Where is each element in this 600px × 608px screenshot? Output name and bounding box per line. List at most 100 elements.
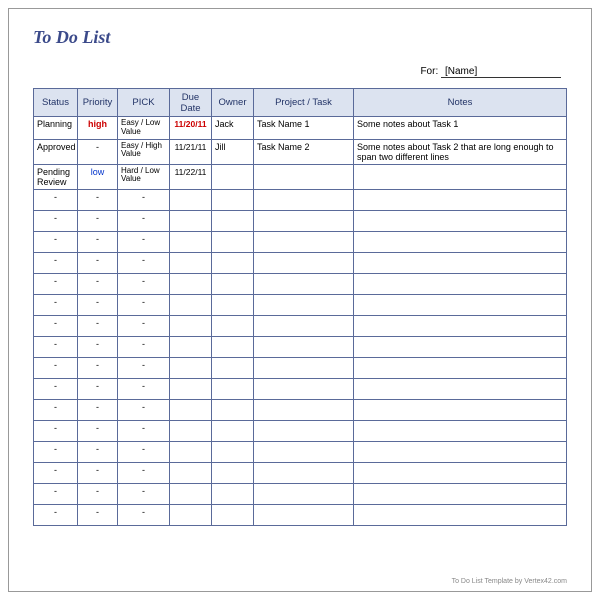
cell-pick[interactable]: - bbox=[118, 357, 170, 378]
cell-notes[interactable] bbox=[354, 399, 567, 420]
cell-due[interactable] bbox=[170, 189, 212, 210]
cell-status[interactable]: - bbox=[34, 252, 78, 273]
cell-owner[interactable] bbox=[212, 504, 254, 525]
cell-due[interactable] bbox=[170, 210, 212, 231]
cell-pick[interactable]: - bbox=[118, 294, 170, 315]
cell-due[interactable] bbox=[170, 231, 212, 252]
cell-owner[interactable]: Jack bbox=[212, 117, 254, 140]
cell-status[interactable]: - bbox=[34, 462, 78, 483]
cell-owner[interactable] bbox=[212, 441, 254, 462]
cell-task[interactable] bbox=[254, 399, 354, 420]
cell-status[interactable]: - bbox=[34, 315, 78, 336]
cell-pick[interactable]: - bbox=[118, 483, 170, 504]
cell-owner[interactable] bbox=[212, 231, 254, 252]
cell-task[interactable] bbox=[254, 315, 354, 336]
cell-task[interactable] bbox=[254, 378, 354, 399]
cell-due[interactable] bbox=[170, 462, 212, 483]
cell-notes[interactable] bbox=[354, 294, 567, 315]
cell-priority[interactable]: - bbox=[78, 462, 118, 483]
cell-priority[interactable]: - bbox=[78, 189, 118, 210]
cell-status[interactable]: - bbox=[34, 504, 78, 525]
cell-pick[interactable]: - bbox=[118, 420, 170, 441]
cell-notes[interactable] bbox=[354, 420, 567, 441]
cell-pick[interactable]: - bbox=[118, 315, 170, 336]
cell-status[interactable]: - bbox=[34, 336, 78, 357]
cell-task[interactable] bbox=[254, 294, 354, 315]
cell-owner[interactable] bbox=[212, 462, 254, 483]
cell-due[interactable] bbox=[170, 378, 212, 399]
cell-owner[interactable] bbox=[212, 399, 254, 420]
cell-task[interactable] bbox=[254, 336, 354, 357]
cell-due[interactable] bbox=[170, 420, 212, 441]
cell-notes[interactable] bbox=[354, 357, 567, 378]
cell-notes[interactable] bbox=[354, 441, 567, 462]
cell-notes[interactable] bbox=[354, 273, 567, 294]
cell-priority[interactable]: - bbox=[78, 357, 118, 378]
cell-owner[interactable] bbox=[212, 273, 254, 294]
cell-priority[interactable]: - bbox=[78, 231, 118, 252]
cell-pick[interactable]: - bbox=[118, 399, 170, 420]
cell-task[interactable] bbox=[254, 210, 354, 231]
cell-owner[interactable] bbox=[212, 164, 254, 189]
cell-task[interactable] bbox=[254, 441, 354, 462]
cell-priority[interactable]: - bbox=[78, 139, 118, 164]
cell-priority[interactable]: - bbox=[78, 399, 118, 420]
cell-priority[interactable]: - bbox=[78, 504, 118, 525]
cell-priority[interactable]: - bbox=[78, 420, 118, 441]
cell-owner[interactable] bbox=[212, 378, 254, 399]
cell-pick[interactable]: - bbox=[118, 210, 170, 231]
cell-priority[interactable]: - bbox=[78, 378, 118, 399]
cell-task[interactable]: Task Name 1 bbox=[254, 117, 354, 140]
cell-task[interactable] bbox=[254, 273, 354, 294]
cell-priority[interactable]: - bbox=[78, 336, 118, 357]
cell-due[interactable] bbox=[170, 504, 212, 525]
cell-priority[interactable]: - bbox=[78, 315, 118, 336]
cell-priority[interactable]: - bbox=[78, 210, 118, 231]
cell-due[interactable] bbox=[170, 483, 212, 504]
cell-notes[interactable] bbox=[354, 336, 567, 357]
cell-task[interactable] bbox=[254, 357, 354, 378]
cell-task[interactable] bbox=[254, 189, 354, 210]
cell-pick[interactable]: - bbox=[118, 231, 170, 252]
cell-task[interactable] bbox=[254, 504, 354, 525]
cell-status[interactable]: - bbox=[34, 273, 78, 294]
cell-due[interactable] bbox=[170, 252, 212, 273]
cell-notes[interactable] bbox=[354, 315, 567, 336]
cell-owner[interactable] bbox=[212, 294, 254, 315]
cell-status[interactable]: - bbox=[34, 378, 78, 399]
cell-task[interactable] bbox=[254, 420, 354, 441]
cell-status[interactable]: - bbox=[34, 189, 78, 210]
cell-notes[interactable]: Some notes about Task 2 that are long en… bbox=[354, 139, 567, 164]
cell-due[interactable] bbox=[170, 357, 212, 378]
cell-status[interactable]: - bbox=[34, 294, 78, 315]
cell-priority[interactable]: - bbox=[78, 441, 118, 462]
cell-task[interactable] bbox=[254, 164, 354, 189]
cell-pick[interactable]: Easy / Low Value bbox=[118, 117, 170, 140]
cell-due[interactable]: 11/22/11 bbox=[170, 164, 212, 189]
cell-notes[interactable] bbox=[354, 378, 567, 399]
for-name-field[interactable]: [Name] bbox=[441, 66, 561, 78]
cell-owner[interactable] bbox=[212, 252, 254, 273]
cell-status[interactable]: - bbox=[34, 483, 78, 504]
cell-notes[interactable] bbox=[354, 252, 567, 273]
cell-owner[interactable] bbox=[212, 210, 254, 231]
cell-priority[interactable]: - bbox=[78, 294, 118, 315]
cell-pick[interactable]: Hard / Low Value bbox=[118, 164, 170, 189]
cell-status[interactable]: Planning bbox=[34, 117, 78, 140]
cell-owner[interactable] bbox=[212, 357, 254, 378]
cell-due[interactable] bbox=[170, 336, 212, 357]
cell-owner[interactable] bbox=[212, 483, 254, 504]
cell-task[interactable] bbox=[254, 462, 354, 483]
cell-due[interactable] bbox=[170, 273, 212, 294]
cell-notes[interactable] bbox=[354, 462, 567, 483]
cell-priority[interactable]: - bbox=[78, 273, 118, 294]
cell-owner[interactable] bbox=[212, 420, 254, 441]
cell-notes[interactable] bbox=[354, 189, 567, 210]
cell-priority[interactable]: - bbox=[78, 252, 118, 273]
cell-due[interactable] bbox=[170, 399, 212, 420]
cell-owner[interactable] bbox=[212, 336, 254, 357]
cell-status[interactable]: - bbox=[34, 420, 78, 441]
cell-status[interactable]: - bbox=[34, 231, 78, 252]
cell-status[interactable]: Pending Review bbox=[34, 164, 78, 189]
cell-owner[interactable] bbox=[212, 189, 254, 210]
